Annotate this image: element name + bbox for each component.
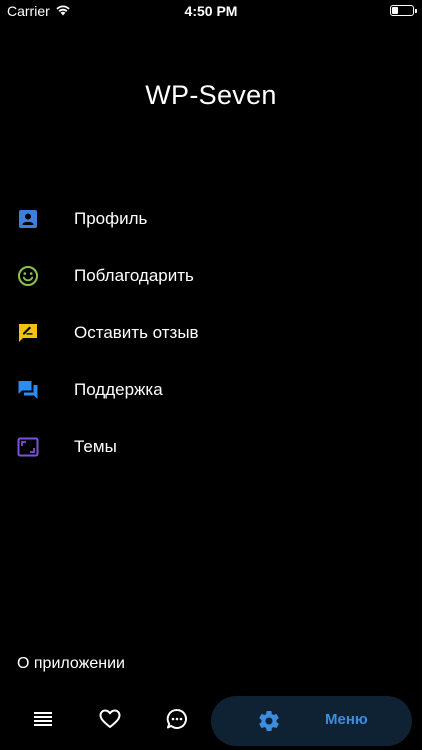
menu-item-profile[interactable]: Профиль [0, 190, 422, 247]
menu-item-label: Темы [74, 436, 117, 456]
gear-icon [257, 709, 281, 733]
chat-bubble-icon [166, 708, 188, 735]
menu-item-feedback[interactable]: Оставить отзыв [0, 304, 422, 361]
menu-item-label: Поддержка [74, 379, 163, 399]
bottom-nav: Меню [0, 696, 422, 746]
heart-icon [99, 709, 121, 734]
profile-icon [17, 208, 39, 230]
status-bar: Carrier 4:50 PM [0, 0, 422, 24]
nav-menu-button[interactable]: Меню [211, 696, 412, 746]
nav-menu-label: Меню [325, 711, 368, 728]
battery-icon [390, 5, 417, 16]
menu-item-themes[interactable]: Темы [0, 418, 422, 475]
nav-messages-button[interactable] [157, 696, 197, 746]
status-time: 4:50 PM [184, 3, 238, 19]
menu-item-thank[interactable]: Поблагодарить [0, 247, 422, 304]
list-icon [34, 711, 52, 732]
page-title: WP-Seven [145, 80, 277, 110]
theme-frame-icon [17, 436, 39, 458]
menu-item-label: Поблагодарить [74, 265, 194, 285]
nav-list-button[interactable] [23, 696, 63, 746]
nav-favorites-button[interactable] [90, 696, 130, 746]
menu-item-label: Профиль [74, 208, 148, 228]
menu-list: Профиль Поблагодарить Оставить отзыв Под… [0, 190, 422, 475]
menu-item-label: Оставить отзыв [74, 322, 199, 342]
chat-support-icon [17, 379, 39, 401]
feedback-edit-icon [17, 322, 39, 344]
about-link[interactable]: О приложении [17, 655, 125, 673]
menu-item-support[interactable]: Поддержка [0, 361, 422, 418]
battery-fill [392, 7, 398, 14]
battery-nub [415, 8, 417, 13]
smiley-icon [17, 265, 39, 287]
